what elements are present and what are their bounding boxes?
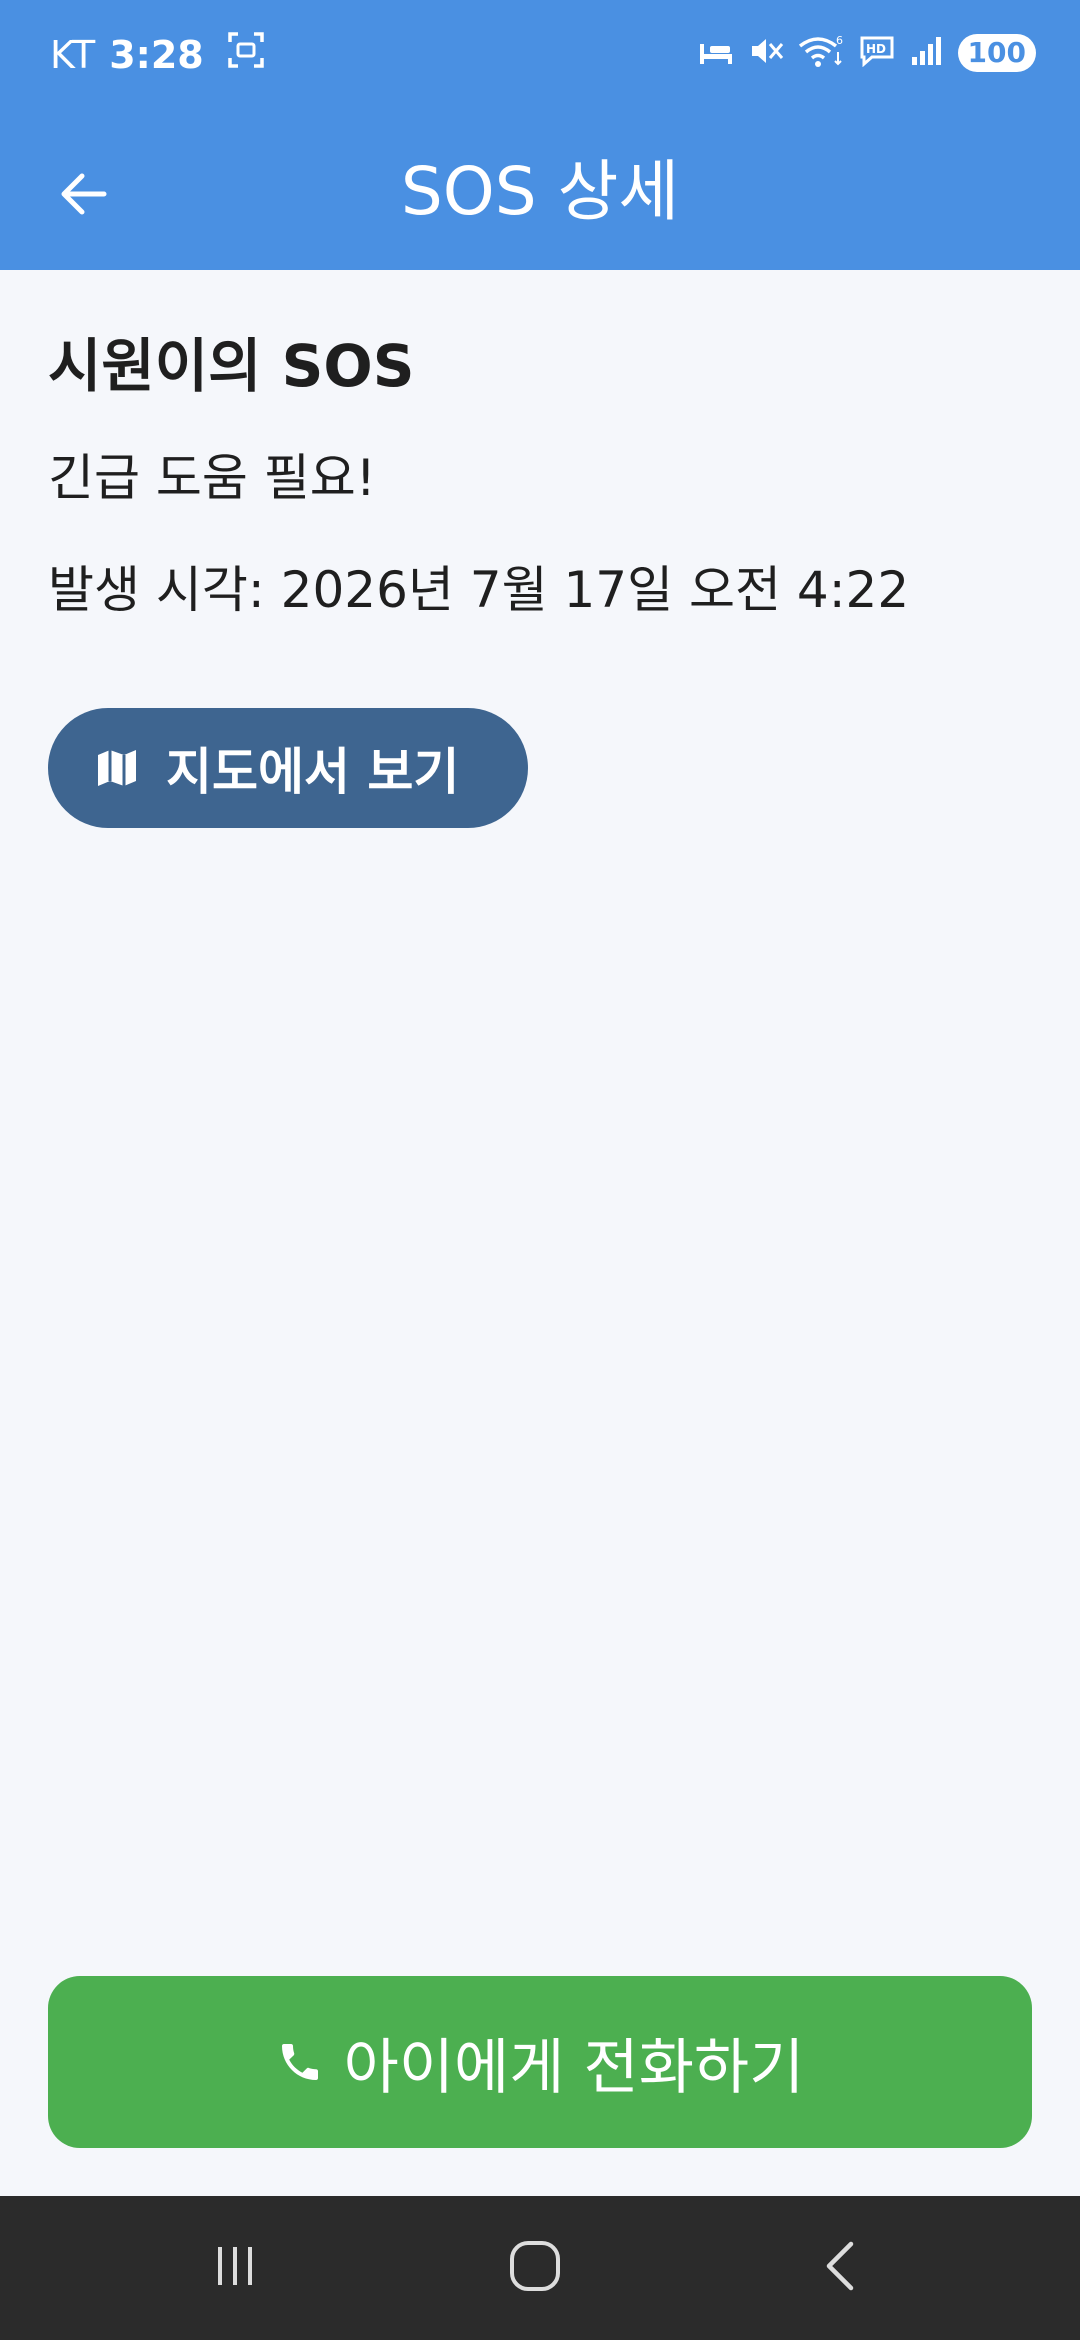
sos-title: 시원이의 SOS bbox=[48, 332, 415, 400]
view-on-map-button[interactable]: 지도에서 보기 bbox=[48, 707, 528, 828]
screen: KT 3:28 6 HD 100 SOS 상세 시원이의 SOS 긴급 도움 필… bbox=[0, 0, 1080, 2340]
status-left: KT 3:28 bbox=[50, 30, 266, 79]
recent-apps-button[interactable] bbox=[145, 2196, 325, 2340]
app-bar: SOS 상세 bbox=[0, 118, 1080, 270]
view-on-map-label: 지도에서 보기 bbox=[166, 742, 460, 801]
map-icon bbox=[94, 745, 140, 791]
sos-time: 발생 시각: 2026년 7월 17일 오전 4:22 bbox=[48, 560, 910, 619]
status-right: 6 HD 100 bbox=[698, 34, 1036, 72]
call-child-button[interactable]: 아이에게 전화하기 bbox=[48, 1976, 1032, 2148]
svg-text:6: 6 bbox=[836, 34, 843, 47]
carrier-label: KT bbox=[50, 32, 96, 77]
clock: 3:28 bbox=[109, 32, 204, 77]
call-child-label: 아이에게 전화하기 bbox=[343, 2032, 805, 2103]
home-icon bbox=[507, 2238, 563, 2298]
recent-apps-icon bbox=[210, 2241, 260, 2295]
sos-message: 긴급 도움 필요! bbox=[48, 448, 376, 507]
sleep-icon bbox=[698, 36, 734, 70]
battery-indicator: 100 bbox=[957, 34, 1036, 72]
signal-icon bbox=[910, 35, 944, 71]
phone-icon bbox=[276, 2038, 324, 2086]
system-back-button[interactable] bbox=[750, 2196, 930, 2340]
hd-icon: HD bbox=[858, 35, 896, 71]
home-button[interactable] bbox=[445, 2196, 625, 2340]
screenshot-icon bbox=[226, 30, 266, 79]
wifi-icon: 6 bbox=[798, 34, 844, 72]
sos-detail-content: 시원이의 SOS 긴급 도움 필요! 발생 시각: 2026년 7월 17일 오… bbox=[48, 270, 1032, 828]
page-title: SOS 상세 bbox=[400, 153, 680, 230]
back-icon bbox=[815, 2238, 865, 2298]
status-bar: KT 3:28 6 HD 100 bbox=[0, 0, 1080, 118]
svg-text:HD: HD bbox=[866, 42, 886, 56]
mute-icon bbox=[748, 34, 784, 72]
system-navigation-bar bbox=[0, 2196, 1080, 2340]
